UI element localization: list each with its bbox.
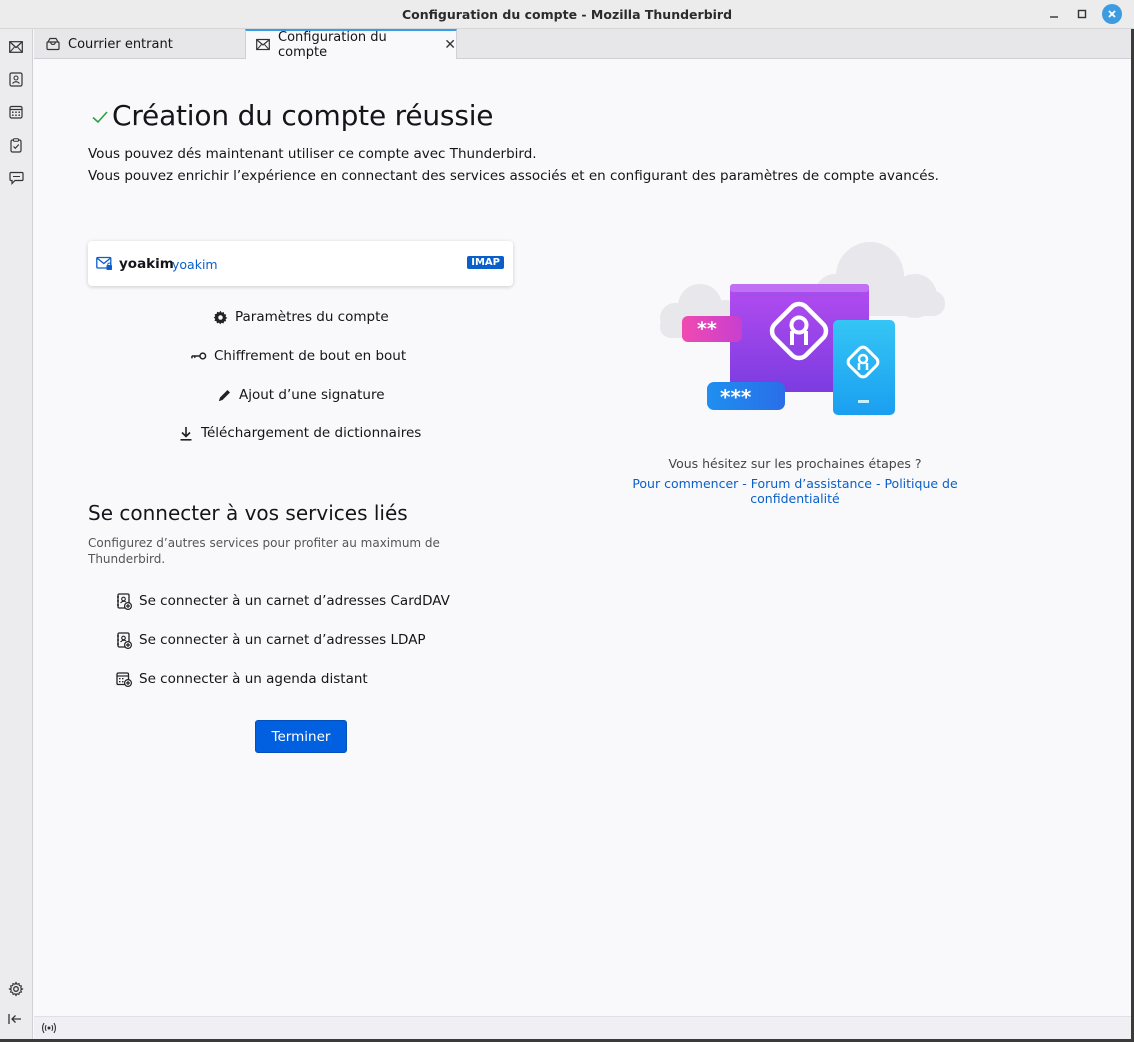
tab-close-icon[interactable]: ✕ bbox=[444, 37, 456, 53]
help-question: Vous hésitez sur les prochaines étapes ? bbox=[668, 456, 922, 471]
account-name: yoakim bbox=[119, 256, 174, 272]
dictionaries-label: Téléchargement de dictionnaires bbox=[201, 425, 422, 441]
e2ee-link[interactable]: Chiffrement de bout en bout bbox=[191, 348, 406, 364]
e2ee-label: Chiffrement de bout en bout bbox=[214, 348, 407, 364]
calendar-label: Se connecter à un agenda distant bbox=[139, 671, 368, 687]
finish-button[interactable]: Terminer bbox=[255, 720, 347, 753]
tab-inbox[interactable]: Courrier entrant bbox=[36, 29, 244, 59]
maximize-icon[interactable] bbox=[1072, 4, 1092, 24]
window-titlebar: Configuration du compte - Mozilla Thunde… bbox=[0, 0, 1134, 29]
ldap-label: Se connecter à un carnet d’adresses LDAP bbox=[139, 632, 426, 648]
collapse-toolbar-icon[interactable] bbox=[8, 1013, 24, 1029]
tab-account-setup[interactable]: Configuration du compte ✕ bbox=[245, 29, 457, 60]
address-book-add-icon bbox=[116, 592, 132, 610]
address-book-add-icon bbox=[116, 631, 132, 649]
account-mail-icon bbox=[96, 256, 113, 271]
account-setup-icon bbox=[256, 38, 270, 52]
tasks-icon[interactable] bbox=[7, 136, 25, 154]
success-line-1: Vous pouvez dés maintenant utiliser ce c… bbox=[88, 146, 537, 162]
account-card: yoakim yoakim IMAP bbox=[88, 241, 513, 286]
svg-text:**: ** bbox=[697, 318, 717, 340]
key-icon bbox=[191, 348, 207, 364]
svg-text:***: *** bbox=[720, 385, 752, 409]
services-description: Configurez d’autres services pour profit… bbox=[88, 536, 440, 566]
help-links: Pour commencer - Forum d’assistance - Po… bbox=[596, 476, 994, 506]
link-separator: - bbox=[871, 476, 885, 491]
ldap-link[interactable]: Se connecter à un carnet d’adresses LDAP bbox=[116, 631, 426, 649]
calendar-add-icon bbox=[116, 671, 132, 687]
protocol-badge: IMAP bbox=[467, 256, 504, 269]
calendar-icon[interactable] bbox=[7, 103, 25, 121]
carddav-label: Se connecter à un carnet d’adresses Card… bbox=[139, 593, 450, 609]
signature-link[interactable]: Ajout d’une signature bbox=[216, 387, 385, 403]
signature-label: Ajout d’une signature bbox=[239, 387, 385, 403]
account-settings-link[interactable]: Paramètres du compte bbox=[212, 309, 389, 325]
window-title: Configuration du compte - Mozilla Thunde… bbox=[401, 7, 733, 22]
success-check-icon bbox=[91, 108, 109, 126]
download-icon bbox=[178, 425, 194, 441]
inbox-icon bbox=[46, 37, 60, 51]
page-title: Création du compte réussie bbox=[112, 99, 494, 132]
settings-gear-icon[interactable] bbox=[8, 981, 24, 997]
spaces-toolbar bbox=[0, 29, 33, 1042]
gear-icon bbox=[212, 309, 228, 325]
account-email: yoakim bbox=[172, 257, 218, 272]
pencil-icon bbox=[216, 387, 232, 403]
minimize-icon[interactable] bbox=[1044, 4, 1064, 24]
mail-icon[interactable] bbox=[7, 38, 25, 56]
online-status-icon[interactable] bbox=[41, 1020, 57, 1036]
link-separator: - bbox=[738, 476, 751, 491]
chat-icon[interactable] bbox=[7, 169, 25, 187]
support-forum-link[interactable]: Forum d’assistance bbox=[751, 476, 872, 491]
tab-inbox-label: Courrier entrant bbox=[68, 36, 173, 52]
tab-account-setup-label: Configuration du compte bbox=[278, 30, 387, 60]
account-settings-label: Paramètres du compte bbox=[235, 309, 389, 325]
carddav-link[interactable]: Se connecter à un carnet d’adresses Card… bbox=[116, 592, 450, 610]
dictionaries-link[interactable]: Téléchargement de dictionnaires bbox=[178, 425, 421, 441]
close-icon[interactable] bbox=[1102, 4, 1122, 24]
tab-bar: Courrier entrant Configuration du compte… bbox=[34, 29, 1134, 60]
success-line-2: Vous pouvez enrichir l’expérience en con… bbox=[88, 168, 939, 184]
account-illustration: ** *** bbox=[645, 236, 950, 421]
getting-started-link[interactable]: Pour commencer bbox=[632, 476, 738, 491]
address-book-icon[interactable] bbox=[7, 70, 25, 88]
calendar-link[interactable]: Se connecter à un agenda distant bbox=[116, 671, 368, 687]
services-title: Se connecter à vos services liés bbox=[88, 501, 408, 525]
